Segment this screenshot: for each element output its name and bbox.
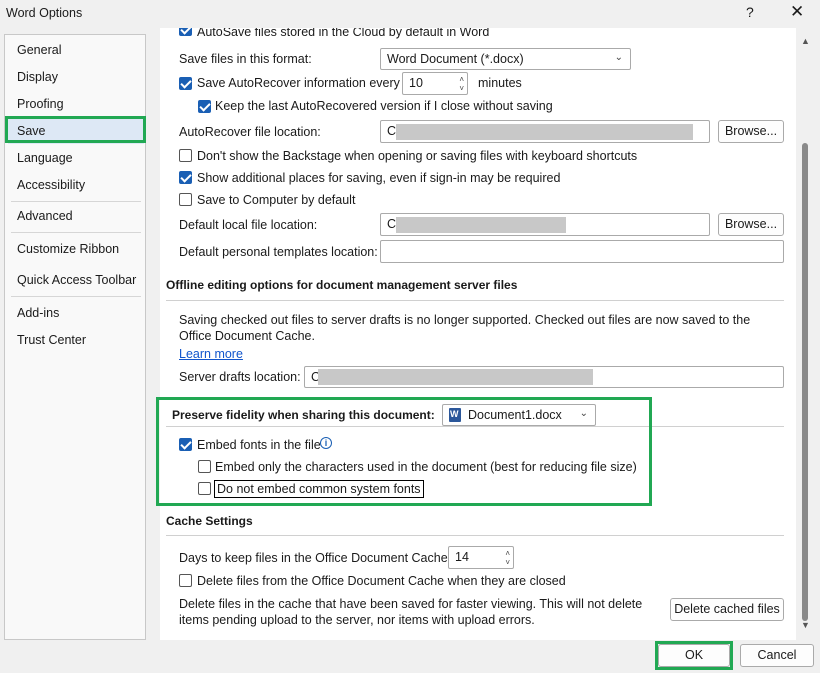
offline-notice: Saving checked out files to server draft… <box>179 313 751 343</box>
autosave-checkbox[interactable] <box>179 28 192 36</box>
sidebar-item-advanced[interactable]: Advanced <box>17 209 73 223</box>
backstage-label: Don't show the Backstage when opening or… <box>197 149 638 163</box>
scroll-down-icon[interactable]: ▼ <box>801 620 810 630</box>
sidebar-item-display[interactable]: Display <box>17 70 58 84</box>
redacted-path <box>396 217 566 233</box>
cache-section-title: Cache Settings <box>166 514 253 528</box>
embed-fonts-checkbox[interactable] <box>179 438 192 451</box>
sidebar-divider <box>11 296 141 297</box>
sidebar-item-quick-access-toolbar[interactable]: Quick Access Toolbar <box>17 273 136 287</box>
word-document-icon <box>449 408 461 422</box>
browse-autorecover-button[interactable]: Browse... <box>718 120 784 143</box>
keep-last-checkbox[interactable] <box>198 100 211 113</box>
minutes-label: minutes <box>478 76 522 90</box>
sidebar-item-language[interactable]: Language <box>17 151 73 165</box>
sidebar-divider <box>11 201 141 202</box>
autosave-label: AutoSave files stored in the Cloud by de… <box>197 28 490 39</box>
default-templates-label: Default personal templates location: <box>179 245 378 259</box>
sidebar-item-customize-ribbon[interactable]: Customize Ribbon <box>17 242 119 256</box>
autorecover-minutes-stepper[interactable]: 10 ˄ ˅ <box>402 72 468 95</box>
content-scrollbar[interactable]: ▲ ▼ <box>798 28 814 640</box>
spinner-arrows-icon[interactable]: ˄ ˅ <box>459 75 464 93</box>
options-sidebar: General Display Proofing Save Language A… <box>4 34 146 640</box>
additional-places-checkbox[interactable] <box>179 171 192 184</box>
sidebar-item-general[interactable]: General <box>17 43 61 57</box>
fidelity-document-dropdown[interactable]: Document1.docx ⌄ <box>442 404 596 426</box>
delete-closed-label: Delete files from the Office Document Ca… <box>197 574 566 588</box>
save-to-computer-checkbox[interactable] <box>179 193 192 206</box>
learn-more-link[interactable]: Learn more <box>179 347 243 361</box>
chevron-down-icon: ⌄ <box>579 408 588 419</box>
help-button[interactable]: ? <box>746 4 754 20</box>
delete-closed-checkbox[interactable] <box>179 574 192 587</box>
scroll-up-icon[interactable]: ▲ <box>801 36 810 46</box>
autorecover-checkbox[interactable] <box>179 77 192 90</box>
backstage-checkbox[interactable] <box>179 149 192 162</box>
close-button[interactable]: ✕ <box>790 2 804 22</box>
fidelity-document-value: Document1.docx <box>468 408 562 422</box>
format-label: Save files in this format: <box>179 52 312 66</box>
save-to-computer-label: Save to Computer by default <box>197 193 356 207</box>
format-value: Word Document (*.docx) <box>387 52 524 66</box>
section-divider <box>166 300 784 301</box>
sidebar-item-proofing[interactable]: Proofing <box>17 97 64 111</box>
default-local-label: Default local file location: <box>179 218 318 232</box>
sidebar-item-accessibility[interactable]: Accessibility <box>17 178 85 192</box>
embed-only-checkbox[interactable] <box>198 460 211 473</box>
no-common-fonts-checkbox[interactable] <box>198 482 211 495</box>
info-icon[interactable]: i <box>320 437 332 449</box>
autorecover-label: Save AutoRecover information every <box>197 76 400 90</box>
embed-only-label: Embed only the characters used in the do… <box>215 460 637 474</box>
fidelity-section-title: Preserve fidelity when sharing this docu… <box>172 408 435 422</box>
section-divider <box>166 535 784 536</box>
embed-fonts-label: Embed fonts in the file <box>197 438 321 452</box>
sidebar-item-add-ins[interactable]: Add-ins <box>17 306 59 320</box>
cache-days-label: Days to keep files in the Office Documen… <box>179 551 452 565</box>
scroll-thumb[interactable] <box>802 143 808 621</box>
cache-days-stepper[interactable]: 14 ˄ ˅ <box>448 546 514 569</box>
chevron-down-icon: ⌄ <box>614 52 623 63</box>
section-divider <box>166 426 784 427</box>
autorecover-minutes-value: 10 <box>409 76 423 90</box>
no-common-fonts-label: Do not embed common system fonts <box>214 480 424 498</box>
autorecover-location-label: AutoRecover file location: <box>179 125 321 139</box>
options-content: AutoSave files stored in the Cloud by de… <box>160 28 796 640</box>
default-templates-input[interactable] <box>380 240 784 263</box>
browse-default-local-button[interactable]: Browse... <box>718 213 784 236</box>
spinner-arrows-icon[interactable]: ˄ ˅ <box>505 549 510 567</box>
sidebar-item-save[interactable]: Save <box>17 124 46 138</box>
sidebar-divider <box>11 232 141 233</box>
keep-last-label: Keep the last AutoRecovered version if I… <box>215 99 553 113</box>
redacted-path <box>396 124 693 140</box>
redacted-path <box>318 369 593 385</box>
cache-days-value: 14 <box>455 550 469 564</box>
offline-section-title: Offline editing options for document man… <box>166 278 518 292</box>
server-drafts-label: Server drafts location: <box>179 370 301 384</box>
title-bar: Word Options ? ✕ <box>0 0 820 28</box>
format-dropdown[interactable]: Word Document (*.docx) ⌄ <box>380 48 631 70</box>
cancel-button[interactable]: Cancel <box>740 644 814 667</box>
additional-places-label: Show additional places for saving, even … <box>197 171 561 185</box>
ok-button[interactable]: OK <box>658 644 730 667</box>
delete-cached-files-button[interactable]: Delete cached files <box>670 598 784 621</box>
sidebar-item-trust-center[interactable]: Trust Center <box>17 333 86 347</box>
window-title: Word Options <box>6 6 83 20</box>
delete-cache-info: Delete files in the cache that have been… <box>179 597 643 627</box>
